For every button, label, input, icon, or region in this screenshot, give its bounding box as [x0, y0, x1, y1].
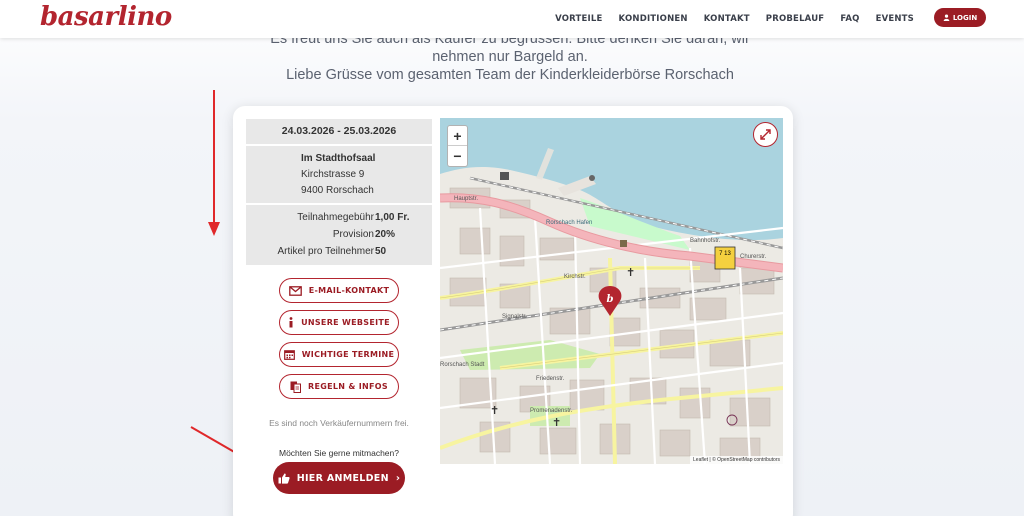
map-label-harbor: Rorschach Hafen: [546, 220, 593, 226]
rules-info-label: REGELN & INFOS: [308, 382, 388, 391]
nav-item-events[interactable]: EVENTS: [876, 14, 914, 24]
location-map[interactable]: b ✝ ✝ ✝ Rorschach Hafen Rorschach Stadt …: [440, 118, 783, 464]
intro-line: nehmen nur Bargeld an.: [432, 49, 588, 65]
map-tiles: b ✝ ✝ ✝: [440, 118, 783, 464]
map-label-friedenstr: Friedenstr.: [536, 376, 565, 382]
login-button[interactable]: LOGIN: [934, 8, 986, 27]
address-box: Im Stadthofsaal Kirchstrasse 9 9400 Rors…: [246, 146, 432, 203]
fullscreen-button[interactable]: [753, 122, 778, 147]
svg-text:b: b: [607, 294, 614, 305]
info-icon: [289, 317, 293, 328]
nav-item-faq[interactable]: FAQ: [840, 14, 859, 24]
venue-street: Kirchstrasse 9: [301, 169, 365, 180]
email-contact-button[interactable]: E-MAIL-KONTAKT: [279, 278, 399, 303]
event-date-range: 24.03.2026 - 25.03.2026: [281, 125, 397, 137]
nav-item-kontakt[interactable]: KONTAKT: [704, 14, 750, 24]
intro-text: Es freut uns Sie auch als Käufer zu begr…: [250, 30, 770, 84]
venue-city: 9400 Rorschach: [301, 185, 374, 196]
fee-label: Teilnahmegebühr: [297, 212, 374, 223]
map-attribution[interactable]: Leaflet | © OpenStreetMap contributors: [690, 456, 783, 464]
expand-icon: [760, 129, 771, 140]
main-nav: VORTEILE KONDITIONEN KONTAKT PROBELAUF F…: [555, 14, 914, 24]
map-zoom-control: + −: [447, 125, 468, 167]
login-label: LOGIN: [952, 13, 978, 22]
map-label-kirchstr: Kirchstr.: [564, 274, 586, 280]
site-header: basarlino VORTEILE KONDITIONEN KONTAKT P…: [0, 0, 1024, 38]
map-label-signal: Signalstr.: [502, 314, 527, 320]
map-label-hauptstr: Hauptstr.: [454, 196, 479, 202]
zoom-in-button[interactable]: +: [448, 126, 467, 146]
svg-text:✝: ✝: [552, 417, 561, 429]
rules-info-button[interactable]: REGELN & INFOS: [279, 374, 399, 399]
important-dates-button[interactable]: WICHTIGE TERMINE: [279, 342, 399, 367]
fee-value: 1,00 Fr.: [375, 212, 410, 223]
envelope-icon: [288, 285, 302, 296]
user-icon: [943, 14, 950, 21]
cta-question: Möchten Sie gerne mitmachen?: [278, 448, 399, 458]
important-dates-label: WICHTIGE TERMINE: [301, 350, 395, 359]
thumbs-up-icon: [278, 473, 290, 484]
fee-value: 20%: [375, 229, 396, 240]
annotation-arrow-down: [208, 90, 220, 236]
map-bus-stop-label: 7 13: [719, 251, 731, 257]
fees-box: Teilnahmegebühr 1,00 Fr. Provision 20% A…: [246, 205, 432, 265]
calendar-icon: [283, 350, 295, 360]
map-label-churer: Churerstr.: [740, 254, 767, 260]
map-label-bahnhof: Bahnhofstr.: [690, 238, 721, 244]
fee-value: 50: [375, 246, 387, 257]
map-label-station: Rorschach Stadt: [440, 362, 485, 368]
website-button[interactable]: UNSERE WEBSEITE: [279, 310, 399, 335]
website-label: UNSERE WEBSEITE: [301, 318, 390, 327]
register-button[interactable]: HIER ANMELDEN ›: [273, 462, 405, 494]
map-label-promenade: Promenadenstr.: [530, 408, 573, 414]
svg-text:✝: ✝: [626, 267, 635, 279]
date-box: 24.03.2026 - 25.03.2026: [246, 119, 432, 144]
zoom-out-button[interactable]: −: [448, 146, 467, 166]
svg-text:✝: ✝: [490, 405, 499, 417]
availability-note: Es sind noch Verkäufernummern frei.: [269, 418, 409, 428]
event-card: 24.03.2026 - 25.03.2026 Im Stadthofsaal …: [233, 106, 793, 516]
venue-name: Im Stadthofsaal: [301, 153, 376, 164]
nav-item-konditionen[interactable]: KONDITIONEN: [619, 14, 688, 24]
chevron-right-icon: ›: [395, 472, 401, 484]
nav-item-vorteile[interactable]: VORTEILE: [555, 14, 602, 24]
fee-label: Provision: [332, 229, 374, 240]
email-contact-label: E-MAIL-KONTAKT: [308, 286, 390, 295]
fee-label: Artikel pro Teilnehmer: [277, 246, 374, 257]
register-label: HIER ANMELDEN: [296, 472, 389, 484]
brand-logo[interactable]: basarlino: [40, 2, 172, 32]
nav-item-probelauf[interactable]: PROBELAUF: [766, 14, 825, 24]
intro-line: Liebe Grüsse vom gesamten Team der Kinde…: [286, 67, 734, 83]
documents-icon: [290, 381, 302, 393]
